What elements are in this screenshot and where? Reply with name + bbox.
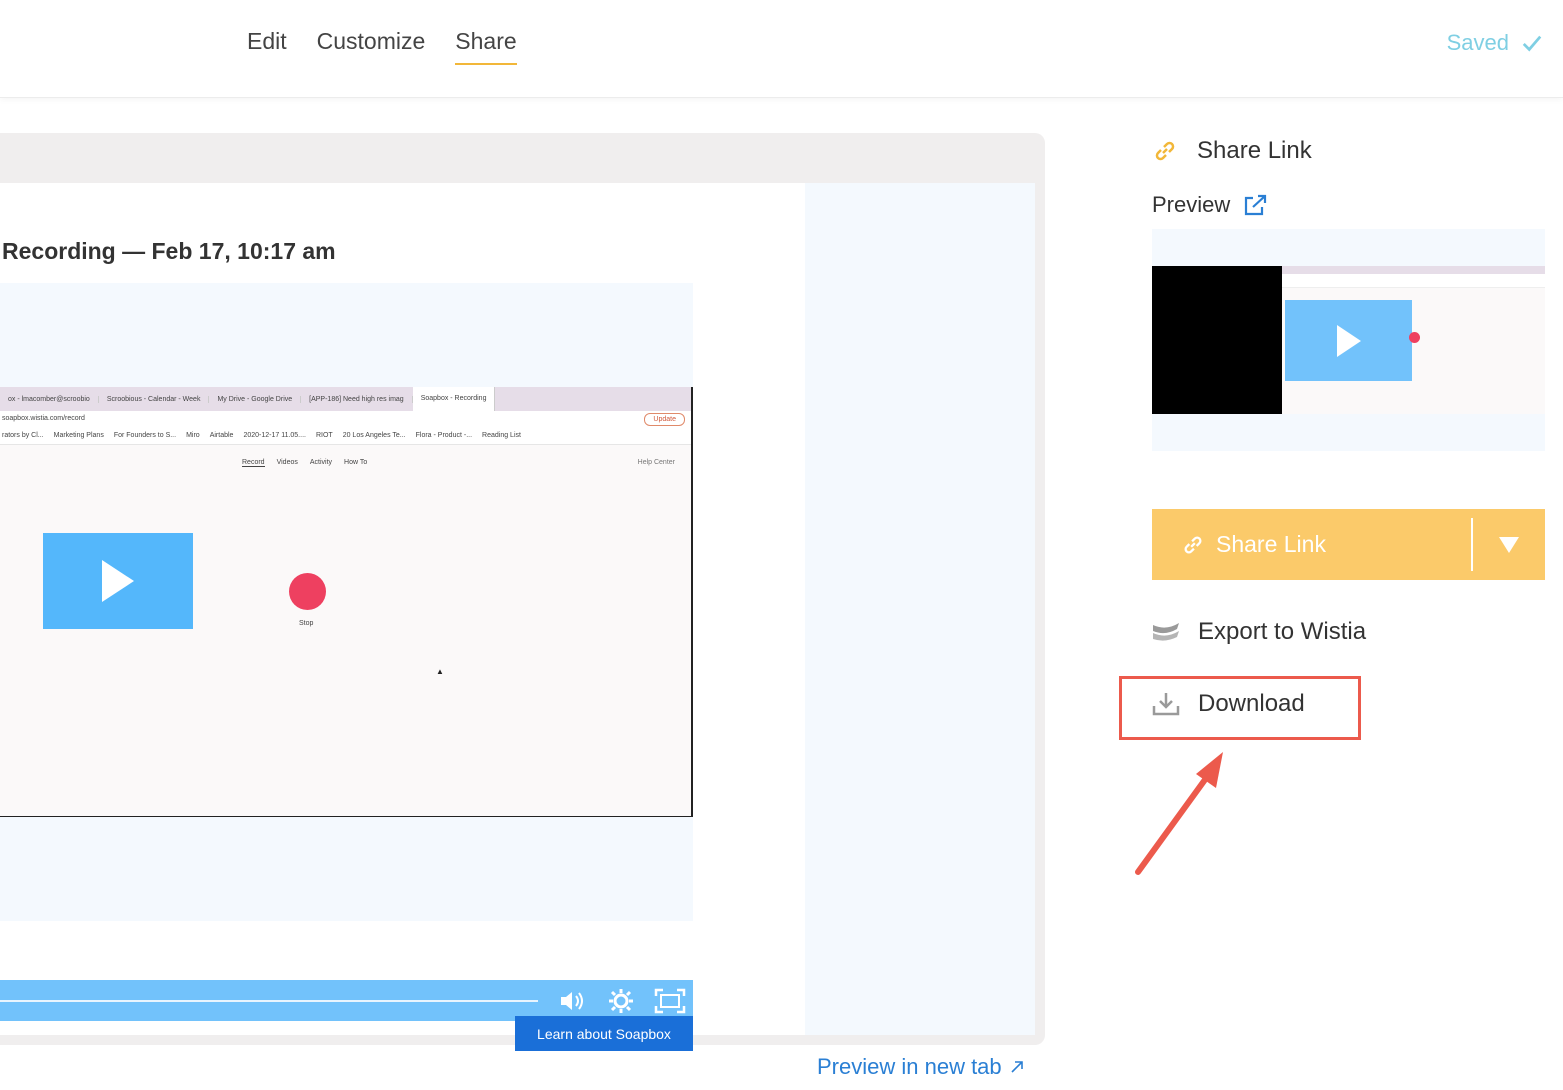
share-link-button[interactable]: Share Link <box>1152 509 1545 580</box>
caret-down-icon <box>1499 536 1519 553</box>
download-highlight-box <box>1119 676 1361 740</box>
browser-bookmarks: rators by Cl... Marketing Plans For Foun… <box>0 427 691 445</box>
play-button[interactable] <box>43 533 193 629</box>
link-icon <box>1155 141 1175 161</box>
browser-tab: [APP-186] Need high res imag <box>301 395 413 403</box>
bookmark: Flora - Product -... <box>415 432 473 439</box>
app-nav-item: Videos <box>276 459 298 466</box>
bookmark: Marketing Plans <box>53 432 104 439</box>
mouse-cursor-icon: ▲ <box>436 667 444 676</box>
preview-side-strip <box>805 183 1035 1035</box>
browser-url-bar: soapbox.wistia.com/record Update <box>0 411 691 427</box>
volume-icon[interactable] <box>558 988 586 1014</box>
annotation-arrow-icon <box>1135 752 1223 875</box>
share-link-button-main[interactable]: Share Link <box>1152 531 1471 558</box>
tab-share[interactable]: Share <box>455 28 517 65</box>
saved-label: Saved <box>1446 30 1509 55</box>
preview-in-new-tab-link[interactable]: Preview in new tab <box>817 1054 1024 1080</box>
fullscreen-icon[interactable] <box>654 988 686 1014</box>
preview-frame: Recording — Feb 17, 10:17 am ox - lmacom… <box>0 133 1045 1051</box>
stop-label: Stop <box>299 620 314 627</box>
browser-url: soapbox.wistia.com/record <box>2 415 85 422</box>
video-player[interactable]: ox - lmacomber@scroobio Scroobious - Cal… <box>0 283 693 1021</box>
link-icon <box>1184 536 1202 553</box>
share-preview-thumbnail[interactable] <box>1152 229 1545 451</box>
browser-tabs: ox - lmacomber@scroobio Scroobious - Cal… <box>0 387 691 411</box>
thumbnail-tab-bar <box>1282 266 1545 274</box>
app-nav-item: Activity <box>309 459 333 466</box>
bookmark: Airtable <box>209 432 234 439</box>
thumbnail-screen <box>1282 266 1545 414</box>
share-link-header: Share Link <box>1153 137 1312 165</box>
open-external-icon[interactable] <box>1244 194 1268 216</box>
external-arrow-icon <box>1011 1061 1023 1073</box>
top-nav: Edit Customize Share <box>247 28 517 65</box>
recorded-screen: ox - lmacomber@scroobio Scroobious - Cal… <box>0 387 693 817</box>
share-page: Edit Customize Share Saved Recording — F… <box>0 0 1563 1090</box>
saved-status: Saved <box>1447 30 1543 56</box>
play-icon <box>102 560 134 602</box>
top-bar: Edit Customize Share Saved <box>0 0 1563 98</box>
bookmark: Reading List <box>482 432 521 439</box>
learn-about-soapbox-button[interactable]: Learn about Soapbox <box>515 1016 693 1051</box>
recorded-app-nav: Record Videos Activity How To <box>242 459 367 467</box>
bookmark: Miro <box>186 432 200 439</box>
recorded-help-center: Help Center <box>637 459 675 466</box>
play-icon <box>1336 324 1361 357</box>
checkmark-icon <box>1522 35 1542 52</box>
record-dot <box>289 573 326 610</box>
preview-label: Preview <box>1152 192 1231 217</box>
progress-track[interactable] <box>0 1000 538 1002</box>
export-label: Export to Wistia <box>1198 618 1367 645</box>
wistia-logo-icon <box>1153 623 1179 641</box>
bookmark: 2020-12-17 11.05.... <box>243 432 306 439</box>
settings-gear-icon[interactable] <box>607 988 635 1014</box>
bookmark: RIOT <box>315 432 333 439</box>
bookmark: For Founders to S... <box>113 432 177 439</box>
bookmark: 20 Los Angeles Te... <box>342 432 406 439</box>
tab-edit[interactable]: Edit <box>247 28 287 65</box>
page-preview-canvas: Recording — Feb 17, 10:17 am ox - lmacom… <box>0 183 1035 1051</box>
app-nav-item: Record <box>242 459 265 467</box>
browser-tab: ox - lmacomber@scroobio <box>0 395 99 403</box>
thumbnail-black-area <box>1152 266 1282 414</box>
player-controls <box>0 980 693 1021</box>
thumbnail-record-dot <box>1409 332 1420 343</box>
export-to-wistia-option[interactable]: Export to Wistia <box>1152 618 1366 646</box>
share-options-dropdown[interactable] <box>1473 536 1545 553</box>
preview-new-tab-label: Preview in new tab <box>817 1054 1002 1079</box>
thumbnail-url-bar <box>1282 274 1545 288</box>
browser-update-badge: Update <box>644 413 685 426</box>
tab-customize[interactable]: Customize <box>317 28 426 65</box>
browser-tab: Scroobious - Calendar - Week <box>99 395 210 403</box>
app-nav-item: How To <box>344 459 368 466</box>
browser-tab-active: Soapbox - Recording <box>412 387 496 411</box>
browser-tab: My Drive - Google Drive <box>209 395 302 403</box>
share-link-button-label: Share Link <box>1216 531 1326 557</box>
share-link-title: Share Link <box>1197 137 1312 164</box>
bookmark: rators by Cl... <box>2 432 44 439</box>
preview-heading[interactable]: Preview <box>1152 192 1268 218</box>
thumbnail-play-button <box>1285 300 1412 381</box>
recording-title: Recording — Feb 17, 10:17 am <box>2 238 336 264</box>
